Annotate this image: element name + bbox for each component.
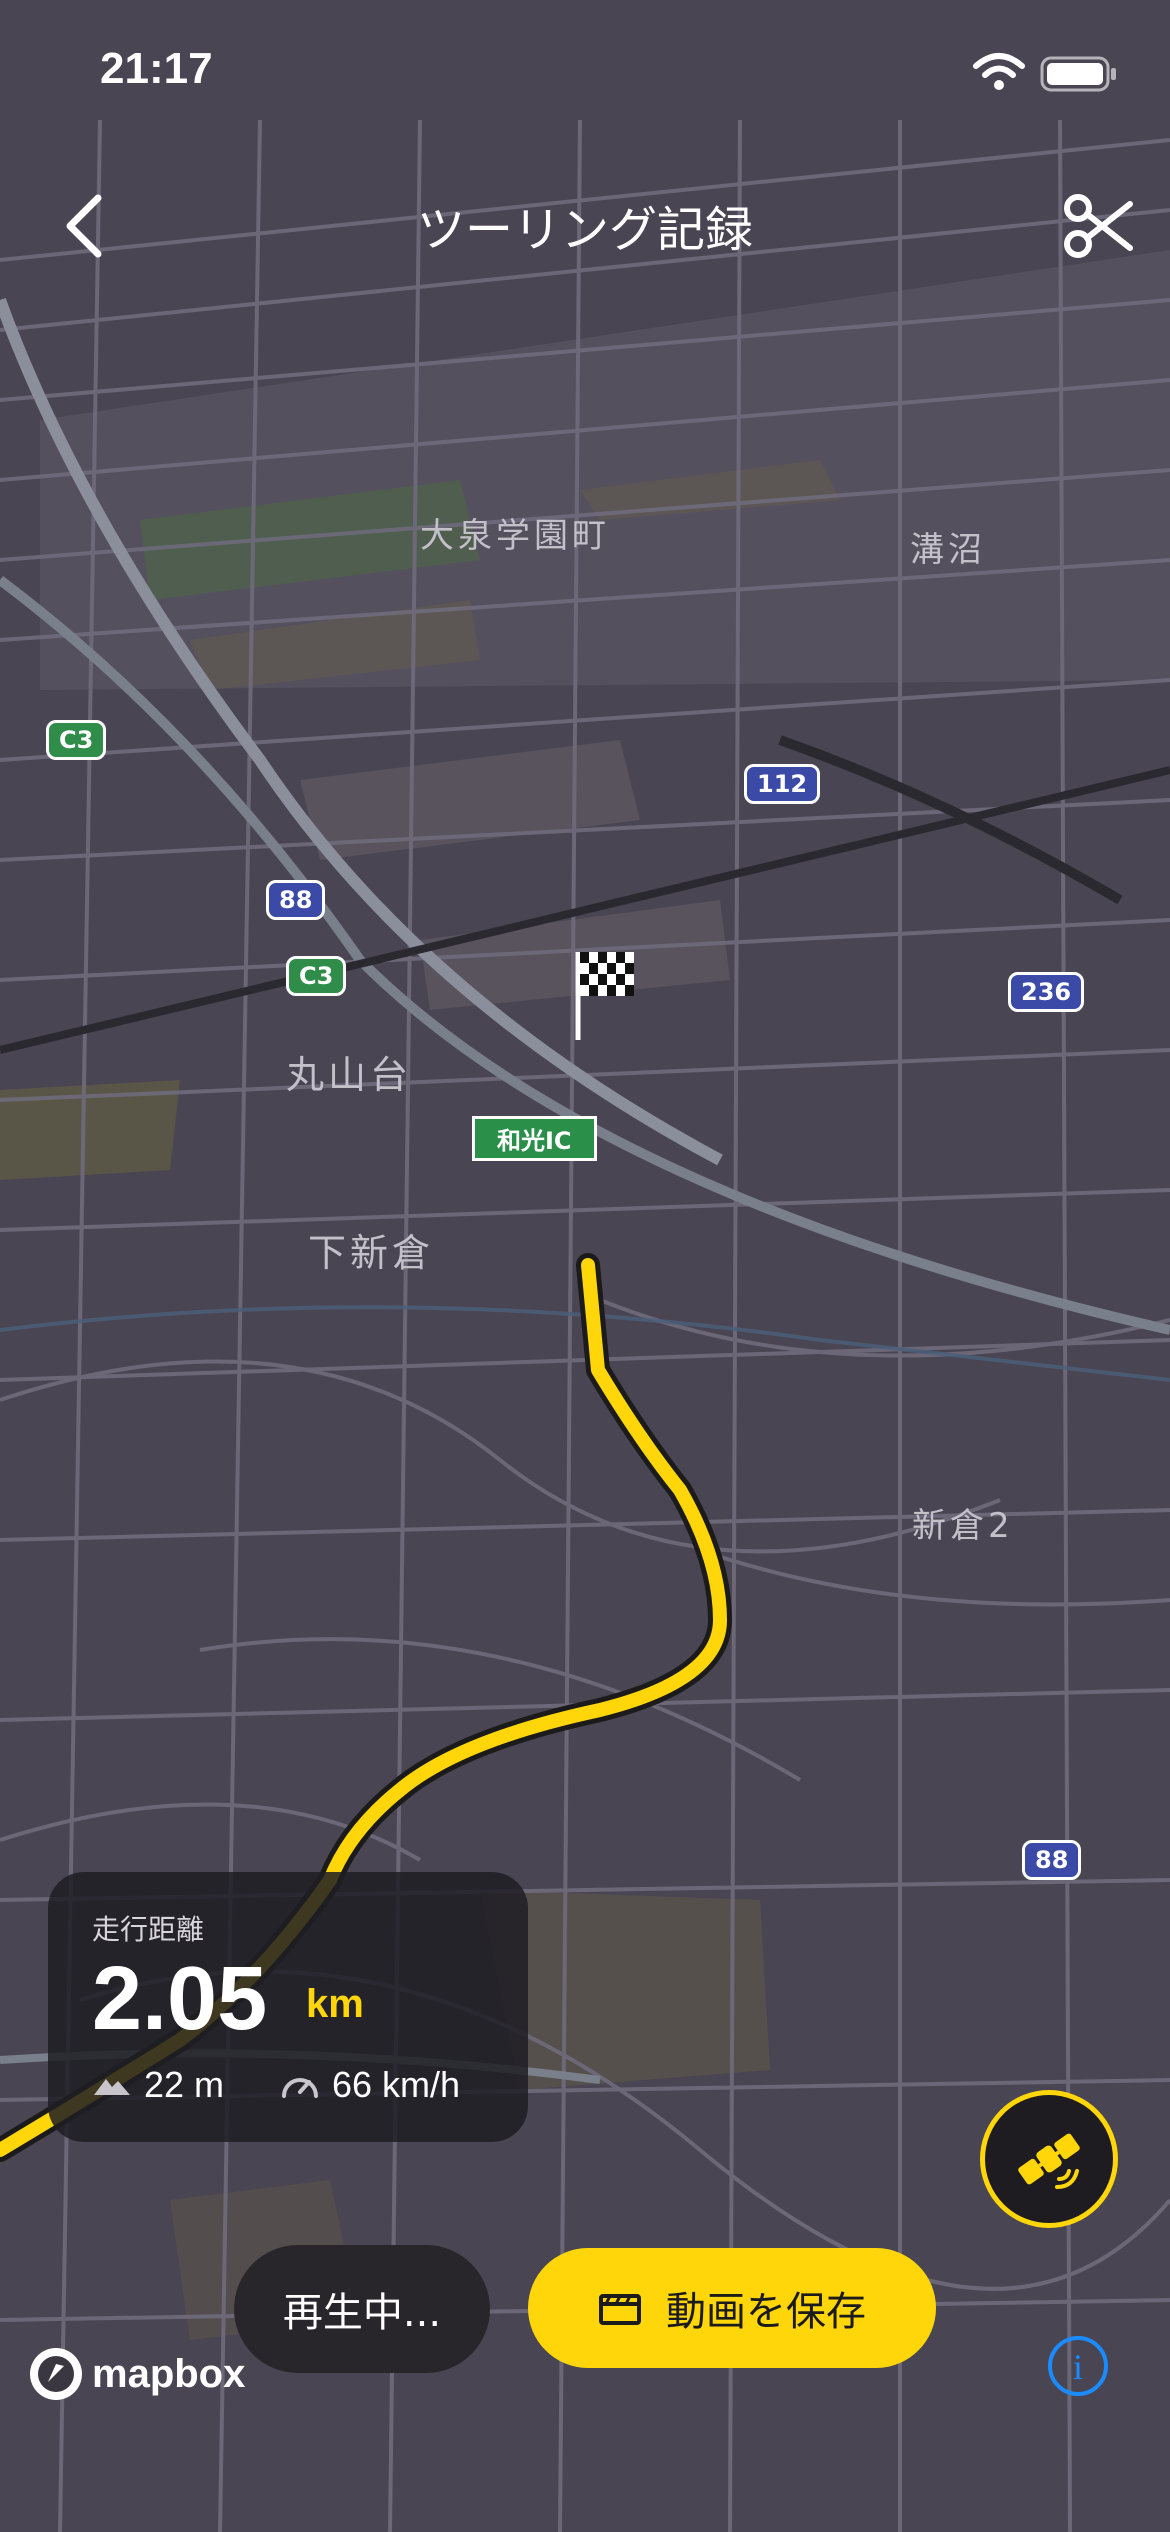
info-icon: i (1072, 2347, 1083, 2387)
attribution-info-button[interactable]: i (1048, 2336, 1108, 2396)
place-label: 丸山台 (286, 1053, 413, 1097)
route-shield: C3 (286, 956, 347, 996)
mapbox-logo-text: mapbox (92, 2351, 246, 2396)
route-shield: 112 (744, 764, 821, 804)
route-shield: 88 (1022, 1840, 1082, 1880)
ride-stats-card: 走行距離 2.05 km 22 m 66 km/h (48, 1872, 528, 2142)
mapbox-logo[interactable]: mapbox (26, 2344, 245, 2404)
route-shield: 88 (266, 880, 326, 920)
speed-value: 66 km/h (332, 2064, 461, 2105)
elevation-stat: 22 m (92, 2064, 224, 2106)
place-label: 新倉2 (912, 1506, 1014, 1546)
mapbox-compass-icon (30, 2348, 82, 2400)
playback-status-label: 再生中... (282, 2290, 442, 2336)
trim-button[interactable] (1060, 186, 1140, 266)
status-time: 21:17 (100, 44, 213, 93)
scissors-icon (1064, 194, 1133, 258)
elevation-value: 22 m (144, 2064, 225, 2105)
satellite-toggle-button[interactable] (980, 2090, 1118, 2228)
mountain-icon (94, 2079, 130, 2095)
interchange-label: 和光IC (472, 1116, 597, 1161)
satellite-icon (1018, 2133, 1080, 2189)
route-shield: C3 (46, 720, 107, 760)
speed-stat: 66 km/h (280, 2064, 460, 2106)
route-shield: 236 (1008, 972, 1085, 1012)
save-video-label: 動画を保存 (666, 2289, 866, 2335)
distance-label: 走行距離 (92, 1913, 205, 1946)
place-label: 溝沼 (910, 530, 986, 570)
distance-value: 2.05 (92, 1949, 268, 2049)
battery-icon (1040, 56, 1116, 92)
place-label: 下新倉 (308, 1231, 435, 1275)
page-title: ツーリング記録 (416, 202, 753, 258)
wifi-icon (973, 53, 1025, 90)
place-label: 大泉学園町 (420, 516, 610, 556)
status-bar: 21:17 (0, 0, 1170, 150)
playback-status-button[interactable]: 再生中... (234, 2245, 490, 2373)
clapperboard-icon (599, 2294, 641, 2325)
save-video-button[interactable]: 動画を保存 (528, 2248, 936, 2368)
speedometer-icon (282, 2078, 318, 2098)
distance-unit: km (306, 1982, 364, 2026)
